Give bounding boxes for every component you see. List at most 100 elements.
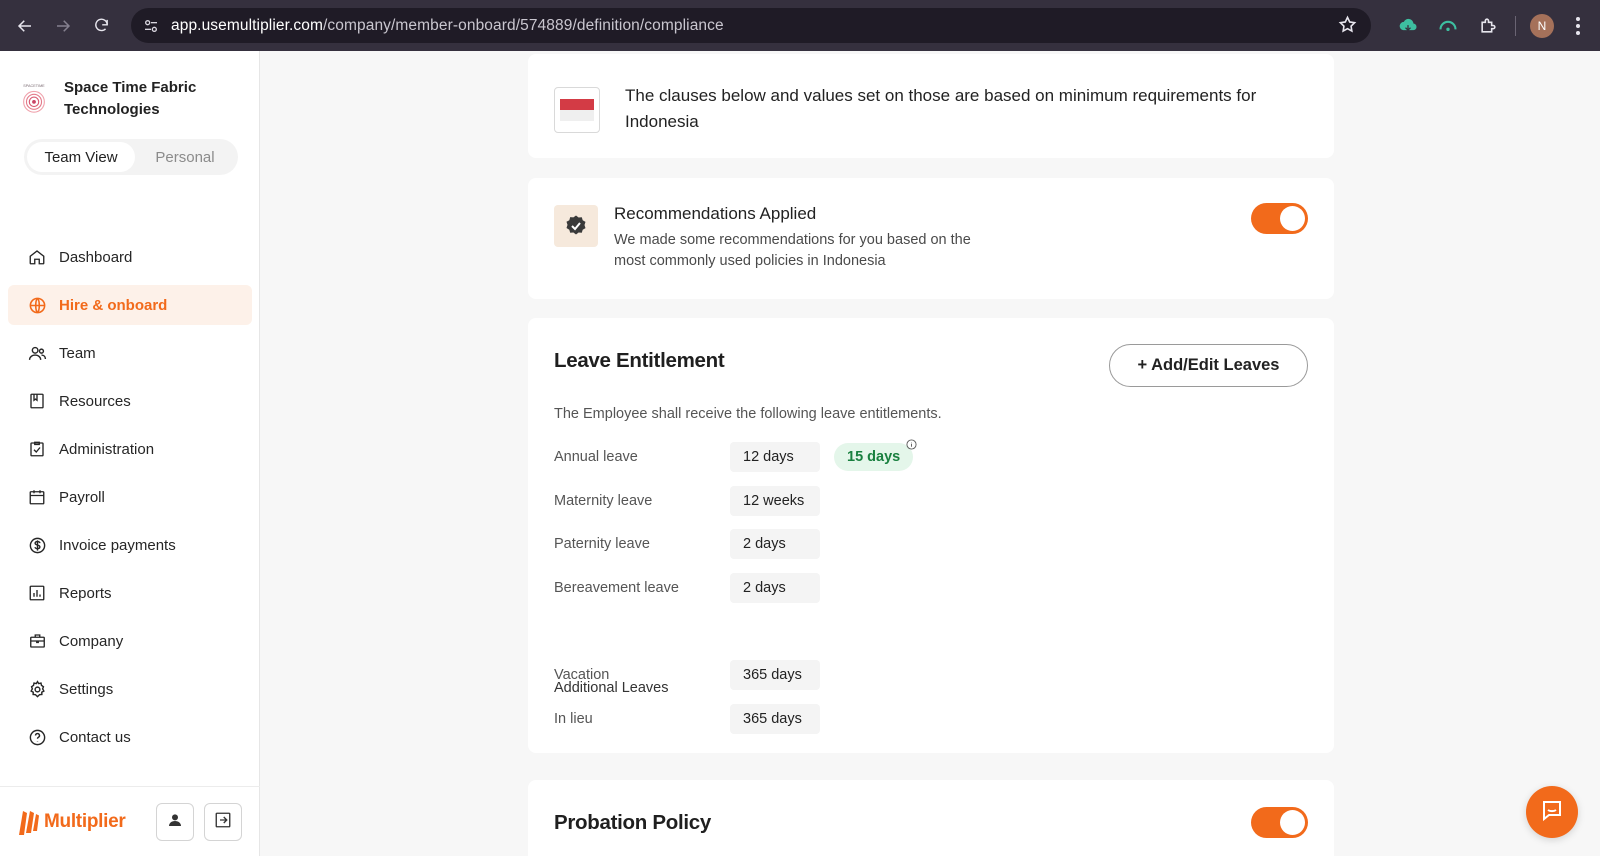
- bar-chart-icon: [27, 583, 47, 603]
- bookmark-star-icon[interactable]: [1338, 15, 1357, 39]
- user-icon: [167, 812, 183, 833]
- sidebar-item-resources[interactable]: Resources: [8, 381, 252, 421]
- recommendations-card: Recommendations Applied We made some rec…: [528, 178, 1334, 299]
- leave-value[interactable]: 12 days: [730, 442, 820, 472]
- sidebar-item-label: Payroll: [59, 488, 105, 506]
- add-edit-leaves-button[interactable]: + Add/Edit Leaves: [1109, 344, 1308, 387]
- company-logo-wordmark: SPACETIME: [23, 84, 45, 88]
- profile-avatar[interactable]: N: [1530, 13, 1554, 38]
- leave-entitlement-card: Leave Entitlement + Add/Edit Leaves The …: [528, 318, 1334, 753]
- multiplier-logo-mark-icon: [19, 810, 39, 835]
- personal-view-tab[interactable]: Personal: [135, 142, 235, 172]
- leave-label: Vacation: [554, 667, 610, 683]
- clipboard-check-icon: [27, 439, 47, 459]
- logout-icon: [214, 811, 232, 834]
- more-menu-icon[interactable]: [1568, 16, 1588, 35]
- info-icon[interactable]: [906, 438, 917, 454]
- leave-intro-text: The Employee shall receive the following…: [554, 406, 942, 422]
- forward-arrow-icon[interactable]: [50, 13, 76, 39]
- people-icon: [27, 343, 47, 363]
- sidebar-item-settings[interactable]: Settings: [8, 669, 252, 709]
- leave-value[interactable]: 365 days: [730, 704, 820, 734]
- address-bar[interactable]: app.usemultiplier.com/company/member-onb…: [131, 8, 1371, 43]
- leave-label: Maternity leave: [554, 493, 653, 509]
- recommendations-toggle[interactable]: [1251, 203, 1308, 234]
- leave-row-bereavement: Bereavement leave 2 days: [554, 573, 820, 603]
- resources-icon: [27, 391, 47, 411]
- sync-extension-icon[interactable]: [1435, 13, 1461, 39]
- help-icon: [27, 727, 47, 747]
- sidebar-item-label: Reports: [59, 584, 112, 602]
- country-notice-text: The clauses below and values set on thos…: [625, 86, 1257, 131]
- cloud-extension-icon[interactable]: [1395, 13, 1421, 39]
- leave-value[interactable]: 2 days: [730, 529, 820, 559]
- company-logo: SPACETIME: [18, 83, 50, 115]
- toolbar-divider: [1515, 15, 1516, 36]
- sidebar-item-invoice-payments[interactable]: Invoice payments: [8, 525, 252, 565]
- sidebar-item-payroll[interactable]: Payroll: [8, 477, 252, 517]
- sidebar-item-label: Company: [59, 632, 124, 650]
- recommendations-description: We made some recommendations for you bas…: [614, 232, 971, 269]
- profile-button[interactable]: [156, 803, 194, 841]
- leave-row-paternity: Paternity leave 2 days: [554, 529, 820, 559]
- recommendations-title: Recommendations Applied: [614, 204, 817, 223]
- sidebar-item-label: Settings: [59, 680, 114, 698]
- verified-badge-icon: [554, 205, 598, 247]
- browser-actions: N: [1395, 0, 1600, 51]
- toggle-knob: [1280, 206, 1305, 231]
- recommended-value-badge[interactable]: 15 days: [834, 439, 917, 471]
- sidebar-item-company[interactable]: Company: [8, 621, 252, 661]
- sidebar-item-administration[interactable]: Administration: [8, 429, 252, 469]
- leave-label: In lieu: [554, 711, 593, 727]
- leave-row-vacation: Vacation 365 days: [554, 660, 820, 690]
- leave-label: Paternity leave: [554, 536, 650, 552]
- brand-name: Multiplier: [44, 810, 126, 832]
- company-name: Space Time Fabric Technologies: [64, 79, 197, 118]
- browser-toolbar: app.usemultiplier.com/company/member-onb…: [0, 0, 1600, 51]
- sidebar-menu: Dashboard Hire & onboard Team Resources …: [8, 237, 252, 765]
- sidebar-item-label: Contact us: [59, 728, 131, 746]
- sidebar-item-contact-us[interactable]: Contact us: [8, 717, 252, 757]
- country-notice-card: The clauses below and values set on thos…: [528, 54, 1334, 158]
- chat-support-button[interactable]: [1526, 786, 1578, 838]
- url-text[interactable]: app.usemultiplier.com/company/member-onb…: [171, 17, 724, 35]
- sidebar-item-label: Administration: [59, 440, 155, 458]
- view-toggle: Team View Personal: [24, 139, 238, 175]
- sidebar-item-dashboard[interactable]: Dashboard: [8, 237, 252, 277]
- url-path: /company/member-onboard/574889/definitio…: [323, 16, 724, 34]
- probation-toggle[interactable]: [1251, 807, 1308, 838]
- sidebar: SPACETIME Space Time Fabric Technologies…: [0, 51, 260, 856]
- sidebar-item-label: Invoice payments: [59, 536, 176, 554]
- company-header[interactable]: SPACETIME Space Time Fabric Technologies: [18, 77, 214, 121]
- sidebar-item-hire-onboard[interactable]: Hire & onboard: [8, 285, 252, 325]
- gear-icon: [27, 679, 47, 699]
- team-view-tab[interactable]: Team View: [27, 142, 135, 172]
- main-content: The clauses below and values set on thos…: [261, 51, 1600, 856]
- sidebar-item-label: Resources: [59, 392, 131, 410]
- briefcase-icon: [27, 631, 47, 651]
- sidebar-footer: Multiplier: [0, 786, 260, 856]
- leave-row-maternity: Maternity leave 12 weeks: [554, 486, 820, 516]
- sidebar-item-label: Hire & onboard: [59, 296, 168, 314]
- url-host: app.usemultiplier.com: [171, 16, 324, 34]
- leave-value[interactable]: 12 weeks: [730, 486, 820, 516]
- puzzle-extensions-icon[interactable]: [1475, 13, 1501, 39]
- leave-label: Annual leave: [554, 449, 638, 465]
- leave-label: Bereavement leave: [554, 580, 679, 596]
- logout-button[interactable]: [204, 803, 242, 841]
- back-arrow-icon[interactable]: [12, 13, 38, 39]
- sidebar-item-team[interactable]: Team: [8, 333, 252, 373]
- toggle-knob: [1280, 810, 1305, 835]
- leave-value[interactable]: 2 days: [730, 573, 820, 603]
- site-settings-icon[interactable]: [141, 16, 161, 36]
- reload-icon[interactable]: [88, 13, 114, 39]
- multiplier-logo[interactable]: Multiplier: [16, 807, 126, 837]
- probation-policy-title: Probation Policy: [554, 811, 711, 834]
- home-icon: [27, 247, 47, 267]
- leave-value[interactable]: 365 days: [730, 660, 820, 690]
- dollar-icon: [27, 535, 47, 555]
- sidebar-item-reports[interactable]: Reports: [8, 573, 252, 613]
- calendar-icon: [27, 487, 47, 507]
- globe-icon: [27, 295, 47, 315]
- recommended-value: 15 days: [847, 449, 901, 465]
